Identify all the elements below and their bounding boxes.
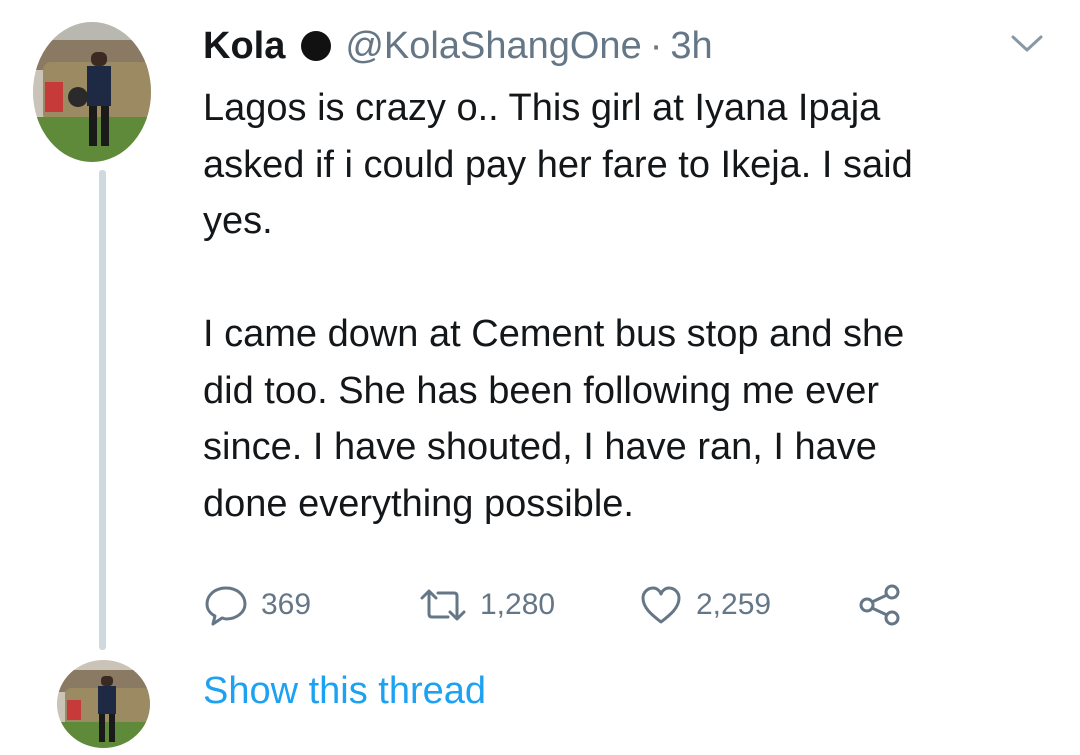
retweet-count: 1,280 bbox=[480, 588, 556, 621]
share-button[interactable] bbox=[858, 580, 902, 630]
black-dot-icon bbox=[301, 31, 332, 61]
retweet-icon bbox=[418, 586, 468, 624]
show-thread-link[interactable]: Show this thread bbox=[203, 670, 486, 713]
tweet-timestamp[interactable]: 3h bbox=[670, 25, 712, 68]
chevron-down-icon[interactable] bbox=[1005, 28, 1049, 58]
reply-count: 369 bbox=[261, 588, 312, 621]
tweet-actions: 369 1,280 2,259 bbox=[203, 580, 943, 630]
retweet-button[interactable]: 1,280 bbox=[418, 580, 555, 630]
heart-icon bbox=[638, 584, 684, 626]
author-name[interactable]: Kola bbox=[203, 25, 285, 68]
share-icon bbox=[858, 584, 902, 626]
like-count: 2,259 bbox=[696, 588, 772, 621]
reply-button[interactable]: 369 bbox=[203, 580, 311, 630]
tweet-text: Lagos is crazy o.. This girl at Iyana Ip… bbox=[203, 87, 913, 525]
author-handle[interactable]: @KolaShangOne bbox=[345, 25, 641, 68]
header-separator: · bbox=[649, 24, 663, 67]
tweet-header: Kola @KolaShangOne · 3h bbox=[203, 20, 713, 72]
thread-connector-line bbox=[99, 170, 106, 650]
like-button[interactable]: 2,259 bbox=[638, 580, 771, 630]
author-avatar[interactable] bbox=[33, 22, 151, 162]
speech-bubble-icon bbox=[203, 584, 249, 626]
thread-author-avatar[interactable] bbox=[57, 660, 150, 748]
